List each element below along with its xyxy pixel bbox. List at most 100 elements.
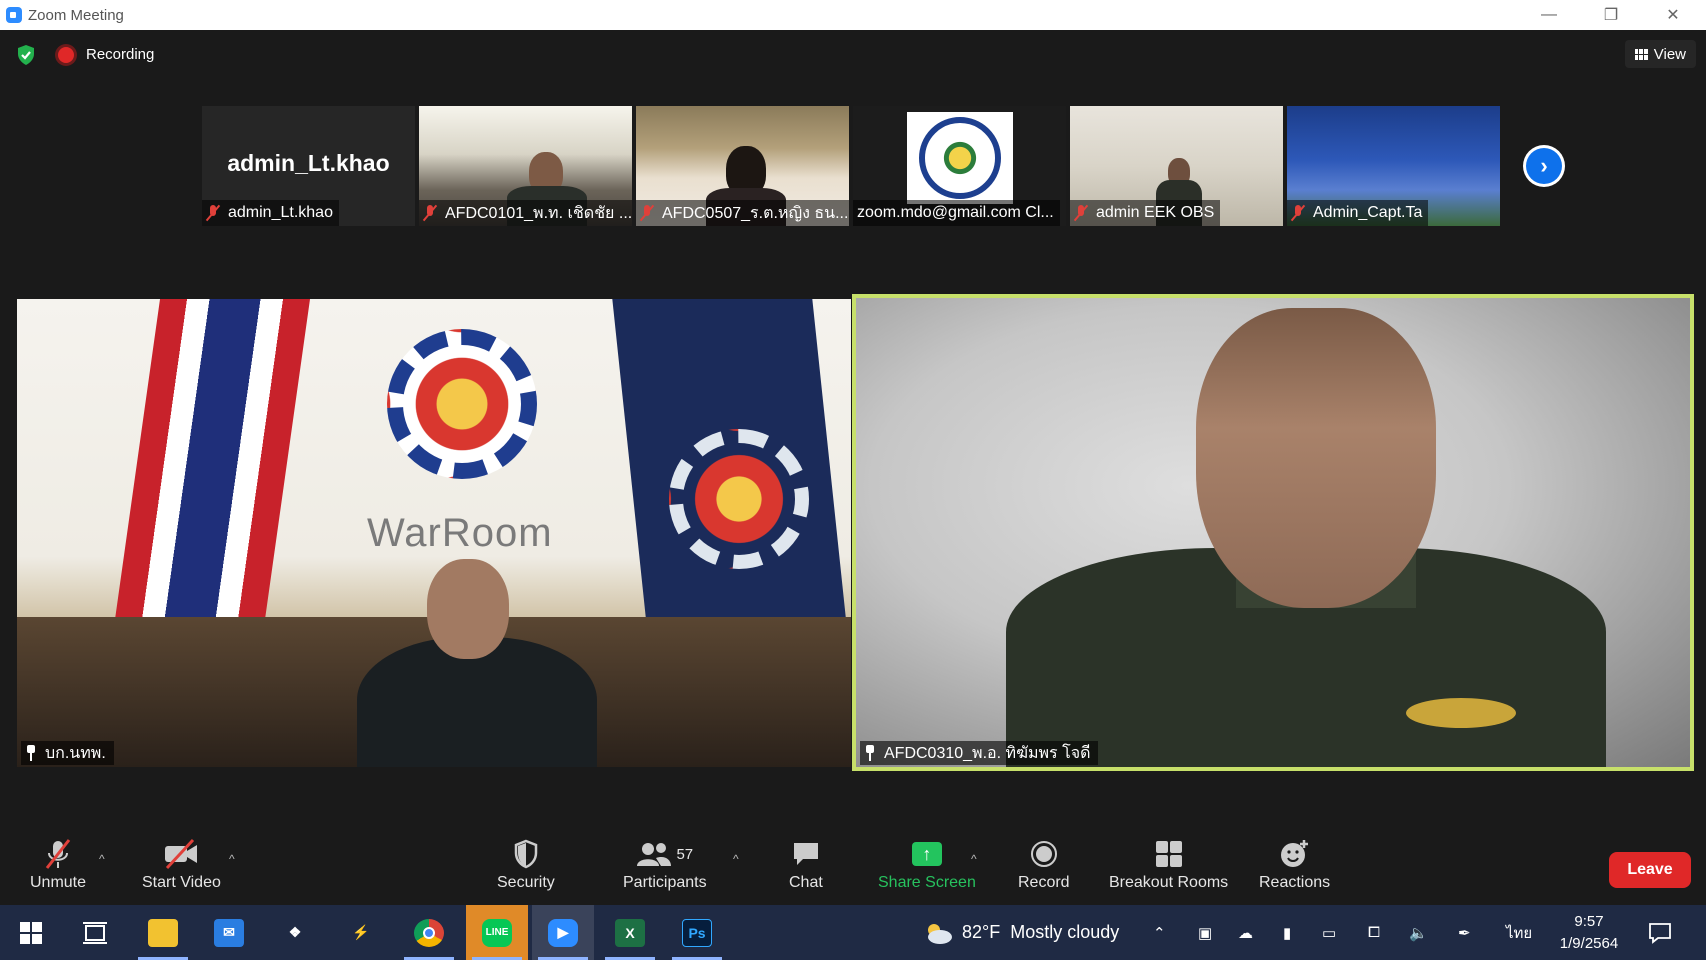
chat-button[interactable]: Chat — [789, 836, 823, 892]
taskbar-dropbox[interactable]: ❖ — [264, 905, 326, 960]
reactions-button[interactable]: Reactions — [1259, 836, 1330, 892]
taskbar-file-explorer[interactable] — [132, 905, 194, 960]
video-tile-active-speaker[interactable]: AFDC0310_พ.อ. ทิฆัมพร โจดี — [852, 294, 1694, 771]
muted-mic-icon — [1291, 204, 1305, 222]
chrome-icon — [414, 918, 444, 947]
taskbar-photoshop[interactable]: Ps — [666, 905, 728, 960]
view-button[interactable]: View — [1624, 40, 1696, 68]
windows-taskbar: ✉ ❖ ⚡ LINE ▶ X Ps 82°F Mostly cloudy ⌃ ▣… — [0, 905, 1706, 960]
participant-name-tag: admin_Lt.khao — [202, 200, 339, 226]
tray-microphone[interactable]: ▮ — [1283, 905, 1291, 960]
taskbar-chrome[interactable] — [398, 905, 460, 960]
participant-thumbnail[interactable]: admin EEK OBS — [1070, 106, 1283, 226]
breakout-rooms-icon — [1155, 836, 1183, 872]
line-app-icon: LINE — [482, 918, 512, 947]
task-view-icon — [83, 921, 107, 944]
audio-options-caret-icon[interactable]: ^ — [99, 852, 105, 866]
weather-widget[interactable]: 82°F Mostly cloudy — [922, 905, 1119, 960]
muted-microphone-icon — [43, 836, 73, 872]
windows-logo-icon — [20, 921, 42, 944]
volume-icon: 🔈 — [1409, 924, 1428, 942]
zoom-icon: ▶ — [548, 918, 578, 947]
task-view-button[interactable] — [64, 905, 126, 960]
leave-button[interactable]: Leave — [1609, 852, 1691, 888]
participants-icon-group: 57 — [636, 836, 693, 872]
tray-wifi[interactable]: ⧠ — [1368, 905, 1380, 960]
participant-name-tag: AFDC0101_พ.ท. เชิดชัย ... — [419, 200, 632, 226]
participant-name-tag: zoom.mdo@gmail.com Cl... — [853, 200, 1060, 226]
zoom-app-icon — [6, 7, 22, 23]
participant-name: Admin_Capt.Ta — [1313, 204, 1423, 221]
action-center-button[interactable] — [1648, 905, 1672, 960]
tray-volume[interactable]: 🔈 — [1409, 905, 1428, 960]
taskbar-mail[interactable]: ✉ — [198, 905, 260, 960]
organization-emblem — [387, 329, 537, 479]
notification-icon — [1649, 922, 1671, 944]
next-page-button[interactable]: › — [1523, 145, 1565, 187]
participant-thumbnail[interactable]: zoom.mdo@gmail.com Cl... — [853, 106, 1066, 226]
participants-label: Participants — [623, 874, 707, 891]
security-button[interactable]: Security — [497, 836, 555, 892]
unmute-label: Unmute — [30, 874, 87, 891]
taskbar-clock[interactable]: 9:57 1/9/2564 — [1548, 911, 1630, 955]
participant-thumbnail[interactable]: admin_Lt.khao admin_Lt.khao — [202, 106, 415, 226]
participant-name: admin_Lt.khao — [228, 204, 333, 221]
meeting-toolbar: Unmute ^ Start Video ^ Security 57 Parti… — [0, 830, 1706, 905]
record-button[interactable]: Record — [1018, 836, 1070, 892]
weather-temperature: 82°F — [962, 922, 1001, 942]
chat-bubble-icon — [791, 836, 821, 872]
taskbar-app-bolt[interactable]: ⚡ — [330, 905, 392, 960]
tray-battery[interactable]: ▭ — [1322, 905, 1336, 960]
recording-indicator[interactable]: Recording — [58, 46, 154, 63]
participants-button[interactable]: 57 Participants — [623, 836, 707, 892]
participant-name: AFDC0101_พ.ท. เชิดชัย ... — [445, 204, 632, 222]
participant-name-tag: Admin_Capt.Ta — [1287, 200, 1429, 226]
minimize-button[interactable]: — — [1526, 0, 1572, 30]
muted-mic-icon — [206, 204, 220, 222]
smiley-plus-icon — [1280, 836, 1310, 872]
participant-name-tag: บก.นทพ. — [21, 741, 114, 765]
flag-emblem — [669, 429, 809, 569]
security-shield-icon — [513, 836, 539, 872]
breakout-rooms-button[interactable]: Breakout Rooms — [1109, 836, 1228, 892]
participant-thumbnail[interactable]: AFDC0507_ร.ต.หญิง ธน... — [636, 106, 849, 226]
encryption-shield-icon[interactable] — [16, 44, 36, 66]
participant-name-tag: AFDC0310_พ.อ. ทิฆัมพร โจดี — [860, 741, 1099, 765]
tray-meet-now[interactable]: ▣ — [1198, 905, 1212, 960]
share-screen-button[interactable]: ↑ Share Screen — [878, 836, 976, 892]
close-button[interactable]: ✕ — [1650, 0, 1696, 30]
restore-button[interactable]: ❐ — [1588, 0, 1634, 30]
tray-pen[interactable]: ✒ — [1458, 905, 1471, 960]
recording-label: Recording — [86, 46, 155, 63]
muted-mic-icon — [640, 204, 654, 222]
meet-now-icon: ▣ — [1198, 924, 1213, 942]
wifi-icon: ⧠ — [1368, 924, 1381, 941]
meeting-area: Recording View admin_Lt.khao admin_Lt.kh… — [0, 30, 1706, 905]
taskbar-zoom[interactable]: ▶ — [532, 905, 594, 960]
share-screen-icon-wrap: ↑ — [911, 836, 942, 872]
participant-display-name: admin_Lt.khao — [227, 150, 390, 176]
window-title: Zoom Meeting — [28, 6, 124, 24]
share-options-caret-icon[interactable]: ^ — [971, 852, 977, 866]
video-options-caret-icon[interactable]: ^ — [229, 852, 235, 866]
mail-icon: ✉ — [214, 918, 244, 947]
unmute-button[interactable]: Unmute — [30, 836, 86, 892]
security-label: Security — [497, 874, 555, 891]
show-hidden-icons-button[interactable]: ⌃ — [1153, 905, 1166, 960]
video-tile-left[interactable]: WarRoom บก.นทพ. — [17, 299, 851, 767]
input-language[interactable]: ไทย — [1506, 905, 1532, 960]
start-video-button[interactable]: Start Video — [142, 836, 221, 892]
chat-label: Chat — [789, 874, 823, 891]
tray-onedrive[interactable]: ☁ — [1238, 905, 1253, 960]
participant-name: AFDC0507_ร.ต.หญิง ธน... — [662, 204, 849, 222]
participant-name: AFDC0310_พ.อ. ทิฆัมพร โจดี — [884, 744, 1091, 762]
taskbar-line[interactable]: LINE — [466, 905, 528, 960]
participants-options-caret-icon[interactable]: ^ — [733, 852, 739, 866]
participant-thumbnail[interactable]: AFDC0101_พ.ท. เชิดชัย ... — [419, 106, 632, 226]
taskbar-excel[interactable]: X — [599, 905, 661, 960]
participant-thumbnail[interactable]: Admin_Capt.Ta — [1287, 106, 1500, 226]
start-button[interactable] — [0, 905, 62, 960]
recording-dot-icon — [58, 46, 74, 63]
grid-view-icon — [1634, 48, 1648, 60]
participants-count: 57 — [676, 845, 694, 863]
